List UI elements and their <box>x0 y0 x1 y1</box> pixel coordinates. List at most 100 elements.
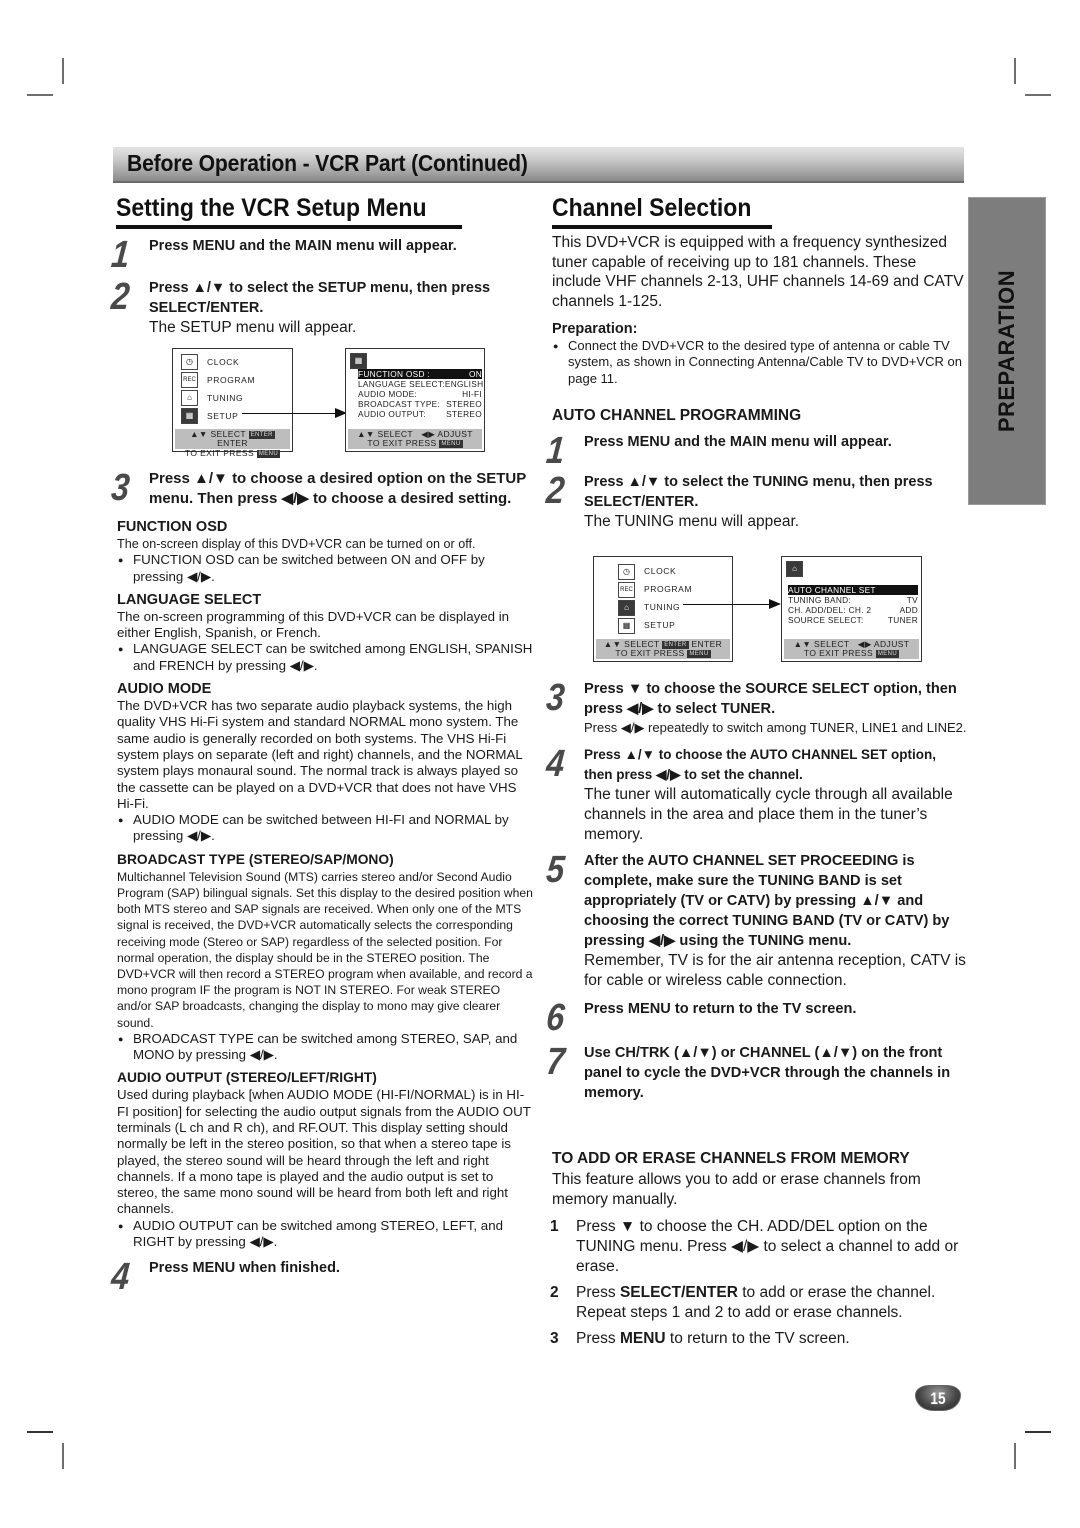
crop-mark <box>62 1443 64 1469</box>
step-number: 3 <box>544 677 567 719</box>
tuning-row-auto-channel-set: AUTO CHANNEL SET <box>788 585 918 595</box>
list-text-bold: MENU <box>619 1330 666 1347</box>
step-2: 2 Press ▲/▼ to select the SETUP menu, th… <box>109 276 533 338</box>
auto-channel-heading: AUTO CHANNEL PROGRAMMING <box>552 406 802 424</box>
step-heading: Press ▼ to choose the SOURCE SELECT opti… <box>584 681 957 717</box>
setup-row-audio-mode: AUDIO MODE: HI-FI <box>358 389 482 399</box>
right-section-title: Channel Selection <box>552 194 752 222</box>
add-erase-step-3: 3 Press MENU to return to the TV screen. <box>548 1329 972 1349</box>
setup-row-broadcast: BROADCAST TYPE: STEREO <box>358 399 482 409</box>
footer-enter: ENTER <box>691 638 723 649</box>
footer-exit: TO EXIT PRESS <box>184 447 255 458</box>
crop-mark <box>1014 1443 1016 1469</box>
menu-item-tuning: TUNING <box>644 602 681 612</box>
antenna-icon: ⌂ <box>618 600 635 616</box>
tuning-row-source: SOURCE SELECT: TUNER <box>788 615 918 625</box>
step-heading: Press ▲/▼ to choose a desired option on … <box>149 470 526 507</box>
row-value: HI-FI <box>462 389 482 399</box>
option-body: Multichannel Television Sound (MTS) carr… <box>117 869 533 1030</box>
step-heading: Use CH/TRK (▲/▼) or CHANNEL (▲/▼) on the… <box>584 1045 951 1101</box>
title-underline <box>552 225 772 229</box>
osd-tuning-menu: ⌂ AUTO CHANNEL SET TUNING BAND: TV CH. AD… <box>781 556 922 662</box>
row-label: FUNCTION OSD : <box>358 369 430 379</box>
step-note: The SETUP menu will appear. <box>149 319 357 336</box>
option-audio-output: AUDIO OUTPUT (STEREO/LEFT/RIGHT) Used du… <box>113 1069 533 1250</box>
option-audio-mode: AUDIO MODE The DVD+VCR has two separate … <box>113 680 533 845</box>
footer-adjust: ◀▶ ADJUST <box>857 638 910 649</box>
step-heading: Press MENU and the MAIN menu will appear… <box>149 238 457 254</box>
page-number-badge: 15 <box>915 1385 961 1411</box>
step-4: 4 Press ▲/▼ to choose the AUTO CHANNEL S… <box>545 743 968 845</box>
chapter-banner: Before Operation - VCR Part (Continued) <box>113 147 964 183</box>
step-number: 2 <box>544 470 567 512</box>
osd-setup-menu: ▦ FUNCTION OSD : ON LANGUAGE SELECT: ENGLI… <box>345 348 485 452</box>
step-number: 5 <box>544 849 567 891</box>
step-note: The tuner will automatically cycle throu… <box>584 786 953 843</box>
clock-icon: ◷ <box>618 564 635 580</box>
row-label: LANGUAGE SELECT: <box>358 379 445 389</box>
option-heading: AUDIO OUTPUT (STEREO/LEFT/RIGHT) <box>117 1070 377 1086</box>
arrow-icon <box>242 408 347 418</box>
menu-item-program: PROGRAM <box>207 375 256 385</box>
option-bullet: FUNCTION OSD can be switched between ON … <box>117 552 533 585</box>
option-heading: BROADCAST TYPE (STEREO/SAP/MONO) <box>117 851 394 867</box>
section-tab-label: PREPARATION <box>994 269 1019 433</box>
osd-footer: ▲▼ SELECT ENTER ENTER TO EXIT PRESS MENU <box>175 428 290 458</box>
left-section-title: Setting the VCR Setup Menu <box>116 194 427 222</box>
crop-mark <box>1014 58 1016 84</box>
row-value: TV <box>906 595 918 605</box>
menu-item-clock: CLOCK <box>207 357 240 367</box>
row-value: STEREO <box>446 409 482 419</box>
option-body: The on-screen display of this DVD+VCR ca… <box>117 537 476 551</box>
add-erase-intro: This feature allows you to add or erase … <box>552 1171 921 1208</box>
step-heading: Press ▲/▼ to choose the AUTO CHANNEL SET… <box>584 747 937 782</box>
setup-row-language: LANGUAGE SELECT: ENGLISH <box>358 379 483 389</box>
footer-exit: TO EXIT PRESS <box>367 438 437 448</box>
option-bullet: BROADCAST TYPE can be switched among STE… <box>117 1031 533 1064</box>
option-bullet: AUDIO MODE can be switched between HI-FI… <box>117 812 533 845</box>
list-number: 2 <box>550 1284 559 1301</box>
step-note: The TUNING menu will appear. <box>584 513 800 530</box>
option-bullet: AUDIO OUTPUT can be switched among STERE… <box>117 1218 533 1251</box>
option-body: The DVD+VCR has two separate audio playb… <box>117 698 523 811</box>
preparation-heading: Preparation: <box>552 321 638 337</box>
add-erase-step-2: 2 Press SELECT/ENTER to add or erase the… <box>548 1283 972 1323</box>
add-erase-step-1: 1 Press ▼ to choose the CH. ADD/DEL opti… <box>548 1217 972 1277</box>
row-value: ON <box>468 369 482 379</box>
rec-icon: REC <box>618 582 635 598</box>
menu-item-setup: SETUP <box>644 620 676 630</box>
step-heading: Press ▲/▼ to select the TUNING menu, the… <box>584 474 933 510</box>
title-underline <box>116 225 462 229</box>
footer-select: ▲▼ SELECT <box>190 428 246 439</box>
add-erase-heading: TO ADD OR ERASE CHANNELS FROM MEMORY <box>552 1150 910 1167</box>
enter-key: ENTER <box>248 430 275 439</box>
step-heading: Press MENU and the MAIN menu will appear… <box>584 434 892 450</box>
footer-enter: ENTER <box>217 438 248 448</box>
page-number: 15 <box>930 1389 946 1408</box>
osd-main-menu: ◷ CLOCK REC PROGRAM ⌂ TUNING ▦ SETUP ▲▼ … <box>593 556 733 662</box>
step-7: 7 Use CH/TRK (▲/▼) or CHANNEL (▲/▼) on t… <box>545 1041 968 1103</box>
setup-icon: ▦ <box>618 618 635 634</box>
crop-mark <box>1025 1431 1051 1433</box>
left-steps-1-2: 1 Press MENU and the MAIN menu will appe… <box>109 234 533 338</box>
row-label: AUDIO OUTPUT: <box>358 409 426 419</box>
row-value: ADD <box>899 605 918 615</box>
menu-item-setup: SETUP <box>207 411 239 421</box>
option-function-osd: FUNCTION OSD The on-screen display of th… <box>113 518 533 585</box>
step-number: 1 <box>109 234 132 276</box>
step-1: 1 Press MENU and the MAIN menu will appe… <box>110 234 533 276</box>
osd-footer: ▲▼ SELECT ◀▶ ADJUST TO EXIT PRESS MENU <box>348 429 482 449</box>
step-number: 2 <box>109 276 132 318</box>
menu-item-clock: CLOCK <box>644 566 677 576</box>
list-number: 1 <box>550 1218 559 1235</box>
step-number: 4 <box>109 1256 132 1299</box>
list-text: to return to the TV screen. <box>665 1330 850 1347</box>
step-4: 4 Press MENU when finished. <box>110 1256 533 1298</box>
step-heading: Press MENU to return to the TV screen. <box>584 1001 857 1017</box>
right-intro: This DVD+VCR is equipped with a frequenc… <box>552 233 964 425</box>
antenna-icon: ⌂ <box>181 390 198 406</box>
step-1: 1 Press MENU and the MAIN menu will appe… <box>545 430 968 472</box>
list-text: Press ▼ to choose the CH. ADD/DEL option… <box>576 1218 959 1275</box>
option-broadcast-type: BROADCAST TYPE (STEREO/SAP/MONO) Multich… <box>113 851 533 1064</box>
list-text: Press <box>576 1284 620 1301</box>
